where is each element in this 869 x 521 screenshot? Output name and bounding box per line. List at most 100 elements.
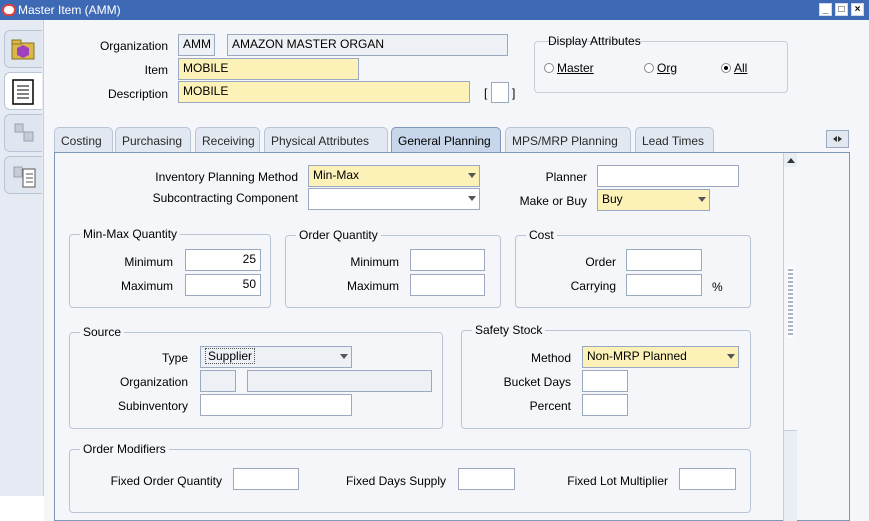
minmax-group: Min-Max Quantity Minimum 25 Maximum 50 [69,227,271,308]
source-organization-field[interactable] [200,370,236,392]
list-tab-icon[interactable] [4,72,42,110]
folder-tab-icon[interactable] [4,30,42,68]
tab-general-planning[interactable]: General Planning [391,127,501,153]
source-title: Source [80,325,125,339]
item-field[interactable]: MOBILE [178,58,359,80]
chevron-down-icon [468,196,476,201]
cost-order-label: Order [585,255,616,269]
scroll-grip-icon [788,267,793,337]
cost-order-field[interactable] [626,249,702,271]
order-qty-maximum-label: Maximum [346,279,399,293]
radio-org-label: Org [657,61,678,75]
bucket-days-field[interactable] [582,370,628,392]
source-organization-name-field[interactable] [247,370,432,392]
subcontracting-select[interactable] [308,188,480,210]
maximize-button[interactable]: □ [835,3,848,16]
scroll-thumb[interactable] [784,167,797,431]
tab-physical-attributes[interactable]: Physical Attributes [264,127,388,153]
source-type-label: Type [161,351,188,365]
bucket-days-label: Bucket Days [503,375,571,389]
main-area: Organization AMM AMAZON MASTER ORGAN Ite… [0,20,869,521]
tab-costing[interactable]: Costing [54,127,113,153]
safety-method-label: Method [530,351,571,365]
make-or-buy-value: Buy [602,192,623,206]
source-type-select[interactable]: Supplier [200,346,352,368]
radio-org[interactable] [644,63,654,73]
close-button[interactable]: × [851,3,864,16]
minmax-minimum-field[interactable]: 25 [185,249,261,271]
radio-master-label: Master [557,61,594,75]
source-organization-label: Organization [119,375,188,389]
fixed-lot-multiplier-field[interactable] [679,468,736,490]
cost-title: Cost [526,228,557,242]
description-label: Description [107,87,168,101]
minmax-maximum-field[interactable]: 50 [185,274,261,296]
organization-code-field[interactable]: AMM [178,34,215,56]
radio-all-label: All [734,61,748,75]
order-modifiers-title: Order Modifiers [80,442,169,456]
panel-scrollbar[interactable] [783,153,797,521]
chevron-down-icon [468,173,476,178]
percent-label: Percent [529,399,571,413]
fixed-days-supply-label: Fixed Days Supply [345,474,446,488]
planner-label: Planner [545,170,587,184]
descriptive-flexfield[interactable] [491,82,509,103]
cost-percent-sign: % [712,280,723,294]
organization-label: Organization [99,39,168,53]
tab-lead-times[interactable]: Lead Times [635,127,714,153]
safety-method-select[interactable]: Non-MRP Planned [582,346,739,368]
minmax-maximum-label: Maximum [120,279,173,293]
radio-all[interactable] [721,63,731,73]
display-attributes-title: Display Attributes [548,34,641,48]
source-subinventory-label: Subinventory [117,399,188,413]
item-list-icon[interactable] [4,156,42,194]
tab-purchasing[interactable]: Purchasing [115,127,191,153]
cost-carrying-field[interactable] [626,274,702,296]
chevron-down-icon [340,354,348,359]
order-modifiers-group: Order Modifiers Fixed Order Quantity Fix… [69,442,751,513]
minmax-minimum-label: Minimum [124,255,173,269]
percent-field[interactable] [582,394,628,416]
item-label: Item [144,63,168,77]
flex-bracket-close: ] [512,86,516,100]
order-quantity-title: Order Quantity [296,228,381,242]
display-attributes-group: Display Attributes Master Org All [534,34,788,93]
tab-scroll-button[interactable] [826,130,849,148]
fixed-order-qty-label: Fixed Order Quantity [110,474,222,488]
chevron-down-icon [727,354,735,359]
cost-group: Cost Order Carrying % [515,228,751,308]
subcontracting-label: Subcontracting Component [152,191,298,205]
form-content: Organization AMM AMAZON MASTER ORGAN Ite… [44,20,869,521]
radio-master[interactable] [544,63,554,73]
oracle-logo-icon [2,4,16,16]
order-qty-minimum-label: Minimum [350,255,399,269]
scroll-up-icon[interactable] [784,153,798,167]
general-planning-panel: Inventory Planning Method Min-Max Subcon… [54,152,850,521]
tab-mps-mrp-planning[interactable]: MPS/MRP Planning [505,127,631,153]
flex-bracket-open: [ [484,86,488,100]
planner-field[interactable] [597,165,739,187]
inv-planning-method-value: Min-Max [313,168,360,182]
inv-planning-method-select[interactable]: Min-Max [308,165,480,187]
safety-method-value: Non-MRP Planned [587,349,687,363]
minimize-button[interactable]: _ [819,3,832,16]
left-navigator-strip [0,20,44,496]
organization-name-field[interactable]: AMAZON MASTER ORGAN [227,34,508,56]
description-field[interactable]: MOBILE [178,81,470,103]
source-subinventory-field[interactable] [200,394,352,416]
cost-carrying-label: Carrying [570,279,616,293]
items-grid-icon[interactable] [4,114,42,152]
fixed-order-qty-field[interactable] [233,468,299,490]
order-qty-minimum-field[interactable] [410,249,485,271]
window-title-bar: Master Item (AMM) _ □ × [0,0,869,20]
fixed-lot-multiplier-label: Fixed Lot Multiplier [567,474,668,488]
inv-planning-method-label: Inventory Planning Method [155,170,298,184]
tab-receiving[interactable]: Receiving [195,127,260,153]
make-or-buy-select[interactable]: Buy [597,189,710,211]
source-type-value: Supplier [205,348,256,364]
safety-stock-group: Safety Stock Method Non-MRP Planned Buck… [461,323,751,429]
fixed-days-supply-field[interactable] [458,468,515,490]
source-group: Source Type Supplier Organization Subinv… [69,325,443,429]
order-qty-maximum-field[interactable] [410,274,485,296]
window-title: Master Item (AMM) [18,3,121,17]
